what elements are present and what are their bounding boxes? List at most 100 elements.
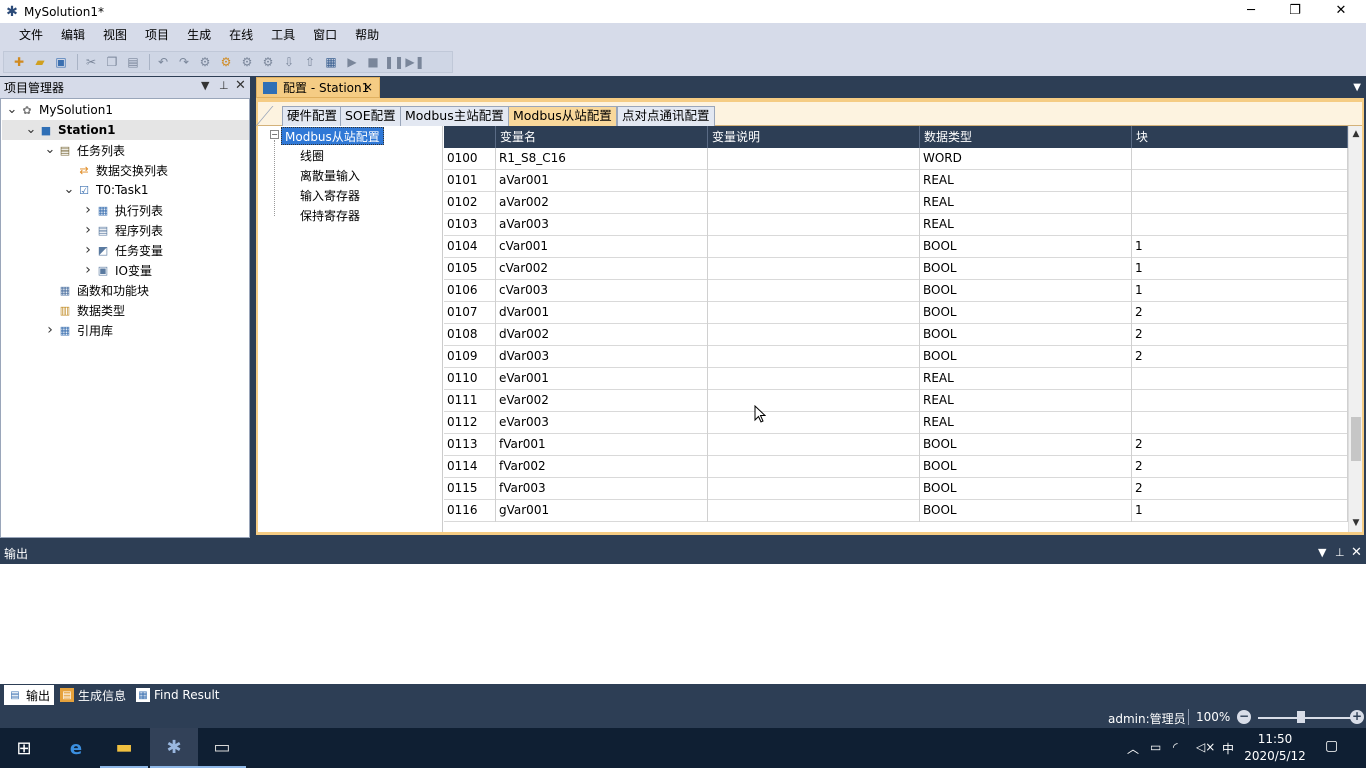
cell-block[interactable]: 1 bbox=[1132, 280, 1348, 302]
cell-description[interactable] bbox=[708, 148, 920, 170]
undo-icon[interactable]: ↶ bbox=[154, 53, 172, 71]
collapse-icon[interactable]: − bbox=[270, 130, 279, 139]
zoom-slider-thumb[interactable] bbox=[1297, 711, 1305, 723]
chevron-right-icon[interactable]: › bbox=[81, 202, 95, 218]
panel-close-icon[interactable]: ✕ bbox=[235, 78, 246, 93]
cell-description[interactable] bbox=[708, 434, 920, 456]
chevron-down-icon[interactable]: ⌄ bbox=[62, 183, 76, 196]
menu-view[interactable]: 视图 bbox=[94, 23, 136, 48]
minimize-button[interactable]: ─ bbox=[1228, 0, 1274, 23]
tree-item[interactable]: › ◩ 任务变量 bbox=[81, 240, 163, 260]
tree-item[interactable]: ⌄ ■ Station1 bbox=[2, 120, 249, 140]
chevron-down-icon[interactable]: ⌄ bbox=[43, 143, 57, 156]
volume-mute-icon[interactable]: ◁× bbox=[1196, 740, 1215, 754]
tree-item[interactable]: ▥ 数据类型 bbox=[43, 300, 125, 320]
cell-datatype[interactable]: BOOL bbox=[920, 434, 1132, 456]
cell-index[interactable]: 0110 bbox=[444, 368, 496, 390]
panel-dropdown-icon[interactable]: ▼ bbox=[201, 79, 209, 92]
menu-online[interactable]: 在线 bbox=[220, 23, 262, 48]
cell-description[interactable] bbox=[708, 478, 920, 500]
battery-icon[interactable]: ▭ bbox=[1150, 740, 1161, 754]
table-row[interactable]: 0112 eVar003 REAL bbox=[444, 412, 1348, 434]
cell-block[interactable]: 1 bbox=[1132, 236, 1348, 258]
tab-close-icon[interactable]: × bbox=[363, 80, 373, 94]
menu-help[interactable]: 帮助 bbox=[346, 23, 388, 48]
tree-item[interactable]: › ▣ IO变量 bbox=[81, 260, 152, 280]
scroll-thumb[interactable] bbox=[1351, 417, 1361, 461]
cell-datatype[interactable]: BOOL bbox=[920, 456, 1132, 478]
tab-config-station1[interactable]: 配置 - Station1 × bbox=[256, 77, 380, 98]
remote-icon[interactable]: ▭ bbox=[198, 728, 246, 768]
cell-datatype[interactable]: BOOL bbox=[920, 280, 1132, 302]
tree-item[interactable]: ⌄ ▤ 任务列表 bbox=[43, 140, 125, 160]
scroll-up-icon[interactable]: ▲ bbox=[1349, 129, 1363, 139]
cell-index[interactable]: 0115 bbox=[444, 478, 496, 500]
notification-icon[interactable]: ▢ bbox=[1325, 738, 1338, 754]
cell-datatype[interactable]: REAL bbox=[920, 214, 1132, 236]
cell-datatype[interactable]: BOOL bbox=[920, 236, 1132, 258]
tree-root-modbus-slave[interactable]: Modbus从站配置 bbox=[281, 127, 384, 145]
edge-icon[interactable]: e bbox=[52, 728, 100, 768]
table-row[interactable]: 0100 R1_S8_C16 WORD bbox=[444, 148, 1348, 170]
tree-item[interactable]: › ▤ 程序列表 bbox=[81, 220, 163, 240]
cell-block[interactable] bbox=[1132, 192, 1348, 214]
table-row[interactable]: 0114 fVar002 BOOL 2 bbox=[444, 456, 1348, 478]
cell-name[interactable]: eVar003 bbox=[496, 412, 708, 434]
menu-tools[interactable]: 工具 bbox=[262, 23, 304, 48]
table-row[interactable]: 0115 fVar003 BOOL 2 bbox=[444, 478, 1348, 500]
chevron-right-icon[interactable]: › bbox=[81, 262, 95, 278]
cell-block[interactable] bbox=[1132, 368, 1348, 390]
cell-name[interactable]: cVar001 bbox=[496, 236, 708, 258]
cell-datatype[interactable]: REAL bbox=[920, 390, 1132, 412]
cell-index[interactable]: 0104 bbox=[444, 236, 496, 258]
cell-datatype[interactable]: BOOL bbox=[920, 478, 1132, 500]
wifi-icon[interactable]: ◜ bbox=[1173, 740, 1178, 754]
tree-item[interactable]: ▦ 函数和功能块 bbox=[43, 280, 149, 300]
cell-name[interactable]: fVar002 bbox=[496, 456, 708, 478]
restore-button[interactable]: ❐ bbox=[1272, 0, 1318, 23]
cell-block[interactable] bbox=[1132, 412, 1348, 434]
tree-item-holding-registers[interactable]: 保持寄存器 bbox=[300, 207, 360, 225]
tree-item[interactable]: › ▦ 引用库 bbox=[43, 320, 113, 340]
tree-item-input-registers[interactable]: 输入寄存器 bbox=[300, 187, 360, 205]
cell-description[interactable] bbox=[708, 500, 920, 522]
cell-index[interactable]: 0116 bbox=[444, 500, 496, 522]
cell-block[interactable]: 2 bbox=[1132, 324, 1348, 346]
cell-index[interactable]: 0102 bbox=[444, 192, 496, 214]
ime-indicator[interactable]: 中 bbox=[1222, 740, 1234, 757]
cell-block[interactable] bbox=[1132, 148, 1348, 170]
table-row[interactable]: 0109 dVar003 BOOL 2 bbox=[444, 346, 1348, 368]
cell-name[interactable]: fVar003 bbox=[496, 478, 708, 500]
app-icon[interactable]: ✱ bbox=[150, 728, 198, 768]
cell-index[interactable]: 0111 bbox=[444, 390, 496, 412]
cell-block[interactable] bbox=[1132, 390, 1348, 412]
save-all-icon[interactable]: ▣ bbox=[52, 53, 70, 71]
column-header-index[interactable] bbox=[444, 126, 496, 148]
table-row[interactable]: 0102 aVar002 REAL bbox=[444, 192, 1348, 214]
cell-description[interactable] bbox=[708, 412, 920, 434]
cell-index[interactable]: 0114 bbox=[444, 456, 496, 478]
menu-project[interactable]: 项目 bbox=[136, 23, 178, 48]
tab-build-info[interactable]: ▤ 生成信息 bbox=[56, 685, 130, 705]
cell-name[interactable]: gVar001 bbox=[496, 500, 708, 522]
table-row[interactable]: 0111 eVar002 REAL bbox=[444, 390, 1348, 412]
cell-name[interactable]: eVar002 bbox=[496, 390, 708, 412]
cell-name[interactable]: aVar001 bbox=[496, 170, 708, 192]
subtab-hardware[interactable]: 硬件配置 bbox=[282, 106, 343, 126]
cell-block[interactable] bbox=[1132, 170, 1348, 192]
new-icon[interactable]: ✚ bbox=[10, 53, 28, 71]
cell-datatype[interactable]: BOOL bbox=[920, 324, 1132, 346]
redo-icon[interactable]: ↷ bbox=[175, 53, 193, 71]
cell-description[interactable] bbox=[708, 368, 920, 390]
cell-name[interactable]: cVar002 bbox=[496, 258, 708, 280]
copy-icon[interactable]: ❐ bbox=[103, 53, 121, 71]
run-icon[interactable]: ▶ bbox=[343, 53, 361, 71]
cell-block[interactable]: 2 bbox=[1132, 302, 1348, 324]
tree-item-discrete-inputs[interactable]: 离散量输入 bbox=[300, 167, 360, 185]
tree-item-coils[interactable]: 线圈 bbox=[300, 147, 324, 165]
cell-datatype[interactable]: REAL bbox=[920, 192, 1132, 214]
cell-index[interactable]: 0112 bbox=[444, 412, 496, 434]
cell-description[interactable] bbox=[708, 346, 920, 368]
build-icon[interactable]: ⚙ bbox=[196, 53, 214, 71]
table-row[interactable]: 0107 dVar001 BOOL 2 bbox=[444, 302, 1348, 324]
